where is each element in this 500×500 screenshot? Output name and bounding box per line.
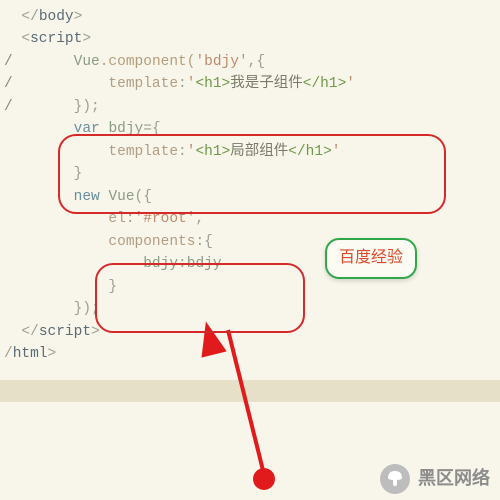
code-line: / template:'<h1>我是子组件</h1>': [0, 73, 500, 95]
code-line: }: [0, 163, 500, 185]
code-line: </script>: [0, 321, 500, 343]
code-line: components:{: [0, 231, 500, 253]
code-line: template:'<h1>局部组件</h1>': [0, 141, 500, 163]
code-line: bdjy:bdjy: [0, 253, 500, 275]
code-line: </body>: [0, 6, 500, 28]
code-line: });: [0, 298, 500, 320]
code-line: var bdjy={: [0, 118, 500, 140]
code-line: / });: [0, 96, 500, 118]
mushroom-icon: [380, 464, 410, 494]
code-line: /html>: [0, 343, 500, 365]
code-line: new Vue({: [0, 186, 500, 208]
code-line: <script>: [0, 28, 500, 50]
callout-label: 百度经验: [325, 238, 417, 279]
line-highlight: [0, 380, 500, 402]
annotation-arrow-origin-dot: [253, 468, 275, 490]
brand-text: 黑区网络: [418, 465, 490, 493]
code-line: }: [0, 276, 500, 298]
watermark-brand: 黑区网络: [380, 464, 490, 494]
code-block: </body> <script> / Vue.component('bdjy',…: [0, 0, 500, 366]
code-line: el:'#root',: [0, 208, 500, 230]
callout-text: 百度经验: [339, 249, 403, 266]
code-line: / Vue.component('bdjy',{: [0, 51, 500, 73]
